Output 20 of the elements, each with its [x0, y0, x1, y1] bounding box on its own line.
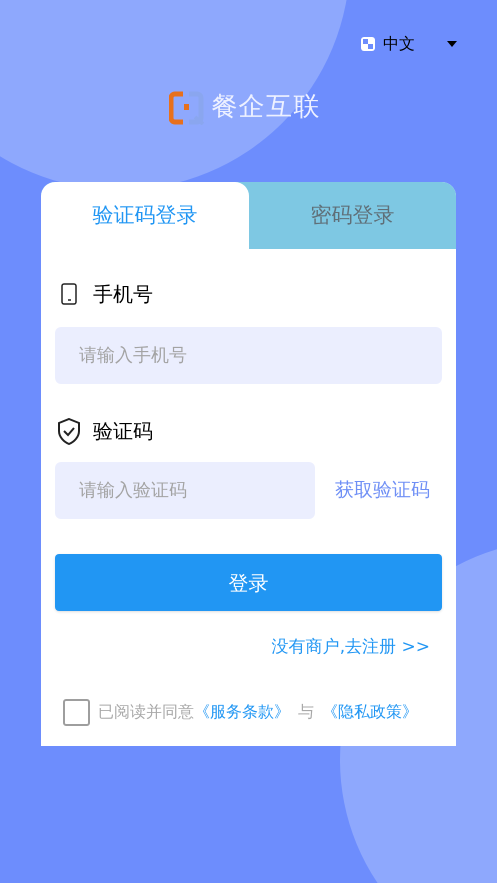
brand-name: 餐企互联 — [211, 91, 321, 124]
login-tab[interactable]: 验证码登录 — [41, 182, 248, 249]
privacy-link[interactable]: 《隐私政策》 — [322, 700, 418, 724]
language-selector[interactable]: 中文 — [361, 32, 457, 56]
agreement-text: 已阅读并同意 — [98, 701, 194, 723]
translate-icon — [361, 37, 375, 51]
shield-check-icon — [57, 418, 81, 444]
joiner-text: 与 — [298, 701, 314, 723]
phone-icon — [61, 283, 77, 305]
phone-label: 手机号 — [93, 281, 153, 308]
code-field[interactable]: 请输入验证码 — [55, 462, 315, 519]
get-code-link[interactable]: 获取验证码 — [335, 476, 430, 505]
register-link[interactable]: 没有商户,去注册 >> — [272, 635, 430, 660]
phone-field[interactable]: 请输入手机号 — [55, 327, 442, 384]
login-tab[interactable]: 密码登录 — [248, 182, 456, 249]
caret-icon — [447, 41, 457, 47]
agreement-checkbox[interactable] — [63, 698, 90, 726]
terms-link[interactable]: 《服务条款》 — [194, 700, 290, 724]
code-label: 验证码 — [93, 418, 153, 445]
login-button[interactable]: 登录 — [55, 554, 442, 611]
